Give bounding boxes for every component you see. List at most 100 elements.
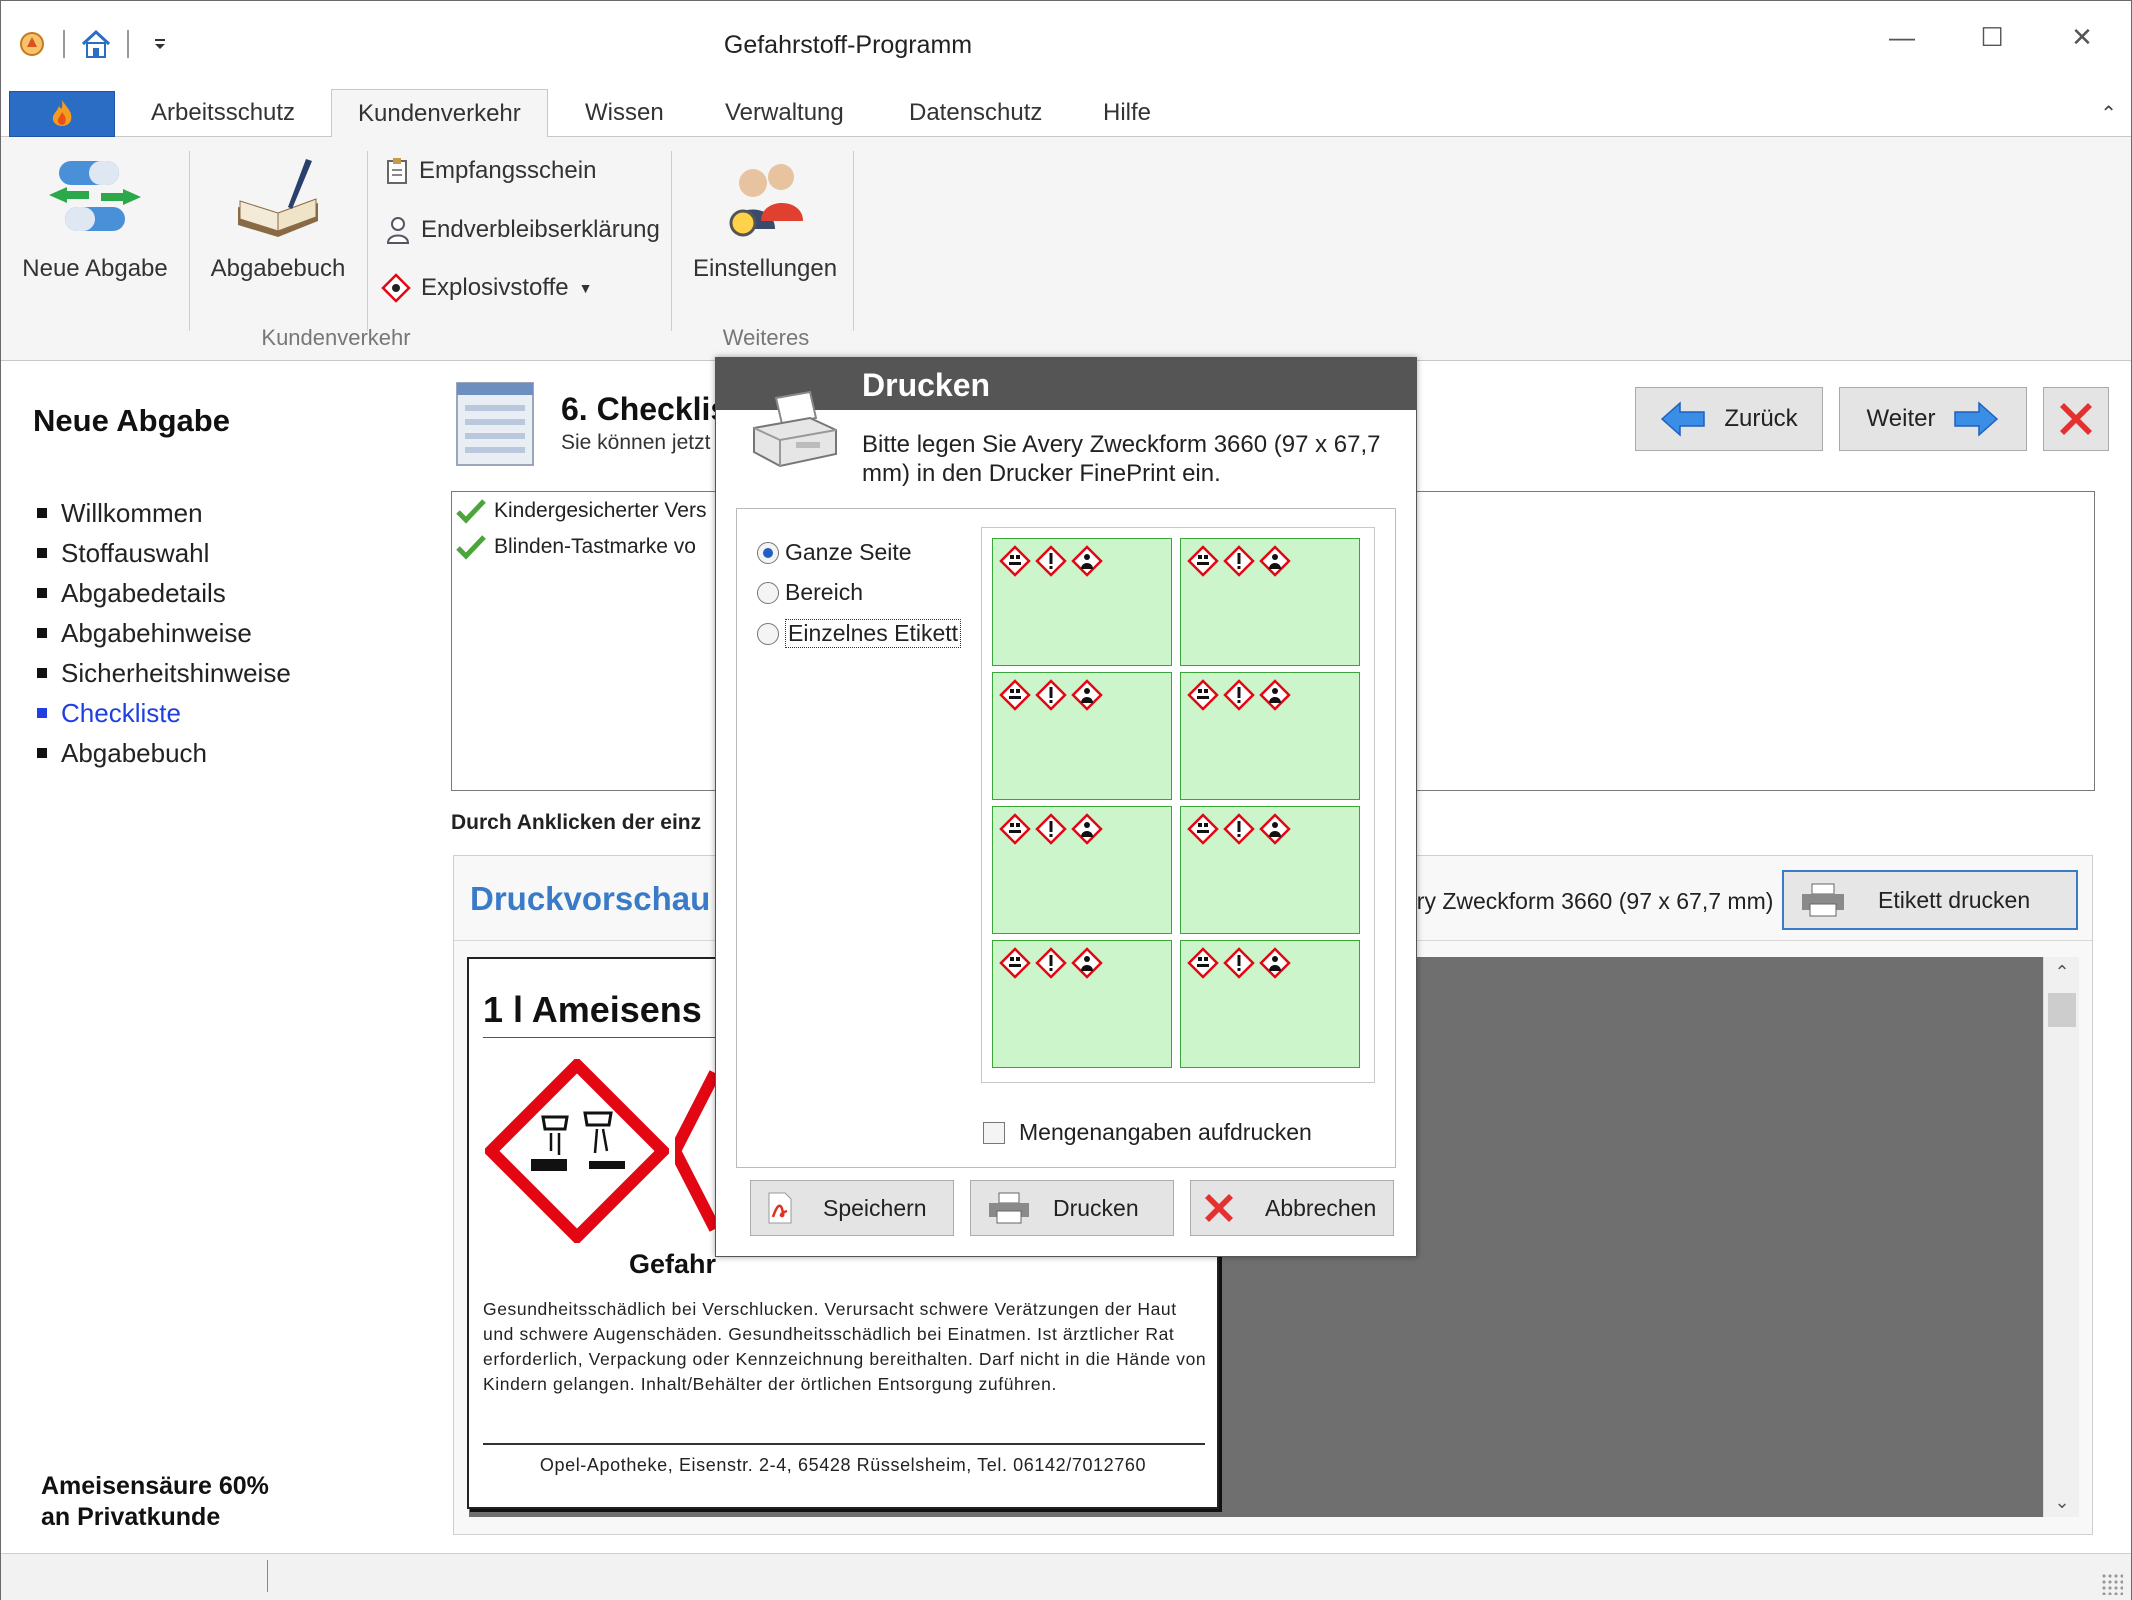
- cancel-wizard-button[interactable]: [2043, 387, 2109, 451]
- label-slot[interactable]: [1180, 806, 1360, 934]
- explosivstoffe-dropdown[interactable]: Explosivstoffe ▼: [381, 273, 593, 303]
- sidebar-item-sicherheitshinweise[interactable]: Sicherheitshinweise: [37, 653, 291, 693]
- sidebar-item-abgabehinweise[interactable]: Abgabehinweise: [37, 613, 291, 653]
- label-slot[interactable]: [992, 940, 1172, 1068]
- mini-corrosive-icon: [1187, 545, 1219, 582]
- label-slot[interactable]: [992, 538, 1172, 666]
- flame-icon: [52, 100, 72, 126]
- tab-verwaltung[interactable]: Verwaltung: [699, 89, 870, 137]
- label-pictograms: [1187, 545, 1291, 582]
- save-pdf-button[interactable]: Speichern: [750, 1180, 954, 1236]
- mini-exclamation-icon: [1223, 679, 1255, 716]
- empfangsschein-button[interactable]: Empfangsschein: [385, 157, 596, 185]
- sidebar-item-abgabedetails[interactable]: Abgabedetails: [37, 573, 291, 613]
- mini-health-hazard-icon: [1259, 679, 1291, 716]
- signal-word: Gefahr: [629, 1249, 717, 1279]
- ribbon-separator: [367, 151, 368, 331]
- explosivstoffe-label: Explosivstoffe: [421, 274, 569, 301]
- mini-health-hazard-icon: [1259, 813, 1291, 850]
- abgabebuch-button[interactable]: Abgabebuch: [203, 151, 353, 283]
- radio-ganze-seite[interactable]: Ganze Seite: [757, 539, 912, 566]
- label-slot[interactable]: [992, 806, 1172, 934]
- mini-exclamation-icon: [1223, 813, 1255, 850]
- second-pictogram-icon: [675, 1059, 715, 1243]
- print-options-box: Ganze Seite Bereich Einzelnes Etikett Me…: [736, 508, 1396, 1168]
- radio-checked-icon: [757, 541, 779, 564]
- sidebar-item-stoffauswahl[interactable]: Stoffauswahl: [37, 533, 291, 573]
- summary-customer: an Privatkunde: [41, 1503, 221, 1531]
- scroll-up-icon[interactable]: ⌃: [2044, 957, 2080, 987]
- checklist-item-label: Kindergesicherter Vers: [494, 499, 707, 522]
- bullet-icon: [37, 708, 47, 718]
- label-product-heading: 1 l Ameisens: [483, 989, 702, 1030]
- checkmark-icon: [456, 499, 486, 524]
- close-window-button[interactable]: ✕: [2047, 15, 2117, 59]
- radio-bereich[interactable]: Bereich: [757, 579, 863, 606]
- sidebar-item-label: Checkliste: [61, 697, 181, 728]
- label-slot[interactable]: [992, 672, 1172, 800]
- scroll-down-icon[interactable]: ⌄: [2044, 1487, 2080, 1517]
- sidebar-item-label: Stoffauswahl: [61, 537, 210, 568]
- label-pictograms: [999, 947, 1103, 984]
- sidebar-item-label: Sicherheitshinweise: [61, 657, 291, 688]
- maximize-button[interactable]: ☐: [1957, 15, 2027, 59]
- window-title: Gefahrstoff-Programm: [723, 31, 973, 59]
- resize-grip-icon[interactable]: [2101, 1573, 2123, 1595]
- checklist-item[interactable]: Blinden-Tastmarke vo: [456, 534, 696, 560]
- sidebar-item-label: Abgabedetails: [61, 577, 226, 608]
- label-slot[interactable]: [1180, 940, 1360, 1068]
- back-label: Zurück: [1724, 405, 1798, 432]
- label-sheet-preview[interactable]: [981, 527, 1375, 1083]
- print-label-button[interactable]: Etikett drucken: [1782, 870, 2078, 930]
- label-format-text: ery Zweckform 3660 (97 x 67,7 mm): [1404, 888, 1774, 914]
- step-subtitle: Sie können jetzt: [561, 431, 711, 454]
- back-button[interactable]: Zurück: [1635, 387, 1823, 451]
- current-dispense-summary: Ameisensäure 60% an Privatkunde: [41, 1471, 269, 1533]
- label-slot[interactable]: [1180, 672, 1360, 800]
- label-pictograms: [999, 679, 1103, 716]
- sidebar-item-abgabebuch[interactable]: Abgabebuch: [37, 733, 291, 773]
- tab-datenschutz[interactable]: Datenschutz: [883, 89, 1068, 137]
- scroll-thumb[interactable]: [2048, 993, 2076, 1027]
- mini-corrosive-icon: [999, 545, 1031, 582]
- collapse-ribbon-icon[interactable]: ⌃: [2100, 101, 2117, 126]
- minimize-button[interactable]: —: [1867, 15, 1937, 59]
- print-dialog: Drucken Bitte legen Sie Avery Zweckform …: [715, 357, 1417, 1257]
- file-menu-tab[interactable]: [9, 91, 115, 137]
- radio-label: Bereich: [785, 579, 863, 605]
- chevron-down-icon: ▼: [578, 280, 593, 296]
- hint-text: Durch Anklicken der einz: [451, 811, 702, 834]
- print-label-button-label: Etikett drucken: [1878, 886, 2031, 913]
- arrow-left-icon: [1661, 401, 1706, 437]
- close-icon: [1205, 1194, 1233, 1222]
- cancel-button[interactable]: Abbrechen: [1190, 1180, 1394, 1236]
- mini-exclamation-icon: [1035, 813, 1067, 850]
- tab-arbeitsschutz[interactable]: Arbeitsschutz: [125, 89, 321, 137]
- tab-kundenverkehr[interactable]: Kundenverkehr: [331, 89, 548, 138]
- tab-hilfe[interactable]: Hilfe: [1077, 89, 1177, 137]
- print-quantities-checkbox[interactable]: Mengenangaben aufdrucken: [983, 1119, 1312, 1146]
- bullet-icon: [37, 668, 47, 678]
- dialog-title: Drucken: [862, 367, 991, 403]
- tab-wissen[interactable]: Wissen: [559, 89, 690, 137]
- empfangsschein-label: Empfangsschein: [419, 157, 597, 184]
- einstellungen-button[interactable]: Einstellungen: [685, 151, 845, 283]
- label-slot[interactable]: [1180, 538, 1360, 666]
- preview-scrollbar[interactable]: ⌃ ⌄: [2043, 957, 2079, 1517]
- mini-corrosive-icon: [1187, 947, 1219, 984]
- sidebar-item-willkommen[interactable]: Willkommen: [37, 493, 291, 533]
- endverbleibserklaerung-button[interactable]: Endverbleibserklärung: [385, 215, 660, 245]
- print-button[interactable]: Drucken: [970, 1180, 1174, 1236]
- neue-abgabe-button[interactable]: Neue Abgabe: [19, 151, 171, 283]
- bullet-icon: [37, 508, 47, 518]
- mini-health-hazard-icon: [1071, 545, 1103, 582]
- mini-corrosive-icon: [999, 813, 1031, 850]
- sidebar-item-checkliste[interactable]: Checkliste: [37, 693, 291, 733]
- ribbon-panel: Neue Abgabe Abgabebuch Empfangsschein En…: [1, 137, 2131, 361]
- next-button[interactable]: Weiter: [1839, 387, 2027, 451]
- radio-einzelnes-etikett[interactable]: Einzelnes Etikett: [757, 619, 962, 648]
- sidebar-item-label: Willkommen: [61, 497, 203, 528]
- mini-exclamation-icon: [1035, 947, 1067, 984]
- checklist-item[interactable]: Kindergesicherter Vers: [456, 498, 706, 524]
- app-window: Gefahrstoff-Programm — ☐ ✕ Arbeitsschutz…: [0, 0, 2132, 1600]
